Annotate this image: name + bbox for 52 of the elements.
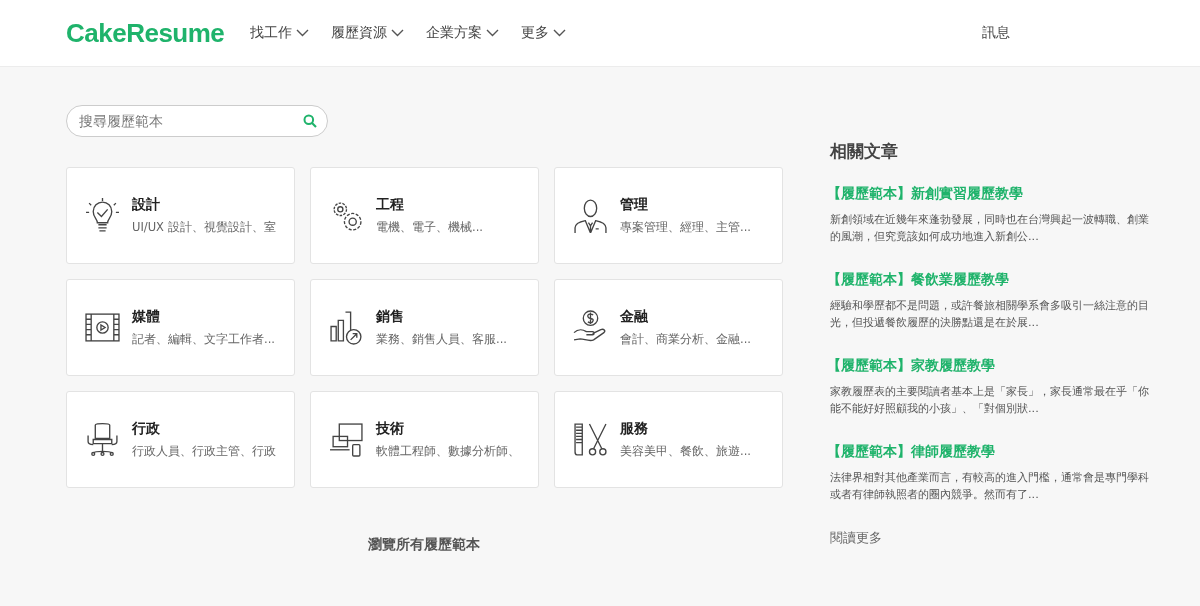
category-card[interactable]: 媒體 記者、編輯、文字工作者... — [66, 279, 295, 376]
comb-scissors-icon — [573, 422, 608, 457]
office-chair-icon — [85, 422, 120, 457]
devices-icon — [329, 422, 364, 457]
category-description: 美容美甲、餐飲、旅遊... — [620, 444, 751, 459]
nav-menu-item[interactable]: 找工作 — [250, 24, 310, 42]
category-description: 業務、銷售人員、客服... — [376, 332, 507, 347]
category-description: 行政人員、行政主管、行政 — [132, 444, 276, 459]
chevron-down-icon — [296, 29, 310, 37]
category-title: 設計 — [132, 196, 161, 214]
category-title: 行政 — [132, 420, 161, 438]
nav-menu-item[interactable]: 企業方案 — [426, 24, 500, 42]
search-field[interactable]: 搜尋履歷範本 — [66, 105, 328, 137]
category-card[interactable]: 服務 美容美甲、餐飲、旅遊... — [554, 391, 783, 488]
person-icon — [573, 198, 608, 233]
film-strip-icon — [85, 310, 120, 345]
article-excerpt: 家教履歷表的主要閱讀者基本上是「家長」，家長通常最在乎「你能不能好好照顧我的小孩」、「對個別狀... — [830, 384, 1150, 417]
nav-menu-item[interactable]: 履歷資源 — [331, 24, 405, 42]
nav-menu-item[interactable]: 更多 — [521, 24, 567, 42]
category-card[interactable]: 行政 行政人員、行政主管、行政 — [66, 391, 295, 488]
category-title: 技術 — [376, 420, 405, 438]
category-title: 媒體 — [132, 308, 161, 326]
article-excerpt: 經驗和學歷都不是問題，或許餐旅相關學系會多吸引一絲注意的目光，但投遞餐飲履歷的決勝點還是在於展... — [830, 298, 1150, 331]
chevron-down-icon — [391, 29, 405, 37]
category-card[interactable]: 工程 電機、電子、機械... — [310, 167, 539, 264]
category-description: 會計、商業分析、金融... — [620, 332, 751, 347]
category-title: 銷售 — [376, 308, 405, 326]
category-title: 服務 — [620, 420, 649, 438]
category-card[interactable]: 技術 軟體工程師、數據分析師、 — [310, 391, 539, 488]
category-description: 電機、電子、機械... — [376, 220, 483, 235]
category-description: UI/UX 設計、視覺設計、室 — [132, 220, 276, 235]
lightbulb-icon — [85, 198, 120, 233]
article-excerpt: 新創領域在近幾年來蓬勃發展，同時也在台灣興起一波轉職、創業的風潮，但究竟該如何成功地進入新創公... — [830, 212, 1150, 245]
category-description: 記者、編輯、文字工作者... — [132, 332, 275, 347]
category-title: 工程 — [376, 196, 405, 214]
category-title: 管理 — [620, 196, 649, 214]
category-card[interactable]: 金融 會計、商業分析、金融... — [554, 279, 783, 376]
browse-all-link[interactable]: 瀏覽所有履歷範本 — [368, 536, 480, 554]
section-heading: 相關文章 — [830, 140, 899, 163]
chevron-down-icon — [553, 29, 567, 37]
messages-link[interactable]: 訊息 — [982, 24, 1010, 42]
category-description: 軟體工程師、數據分析師、 — [376, 444, 520, 459]
read-more-link[interactable]: 閱讀更多 — [830, 529, 1152, 547]
category-title: 金融 — [620, 308, 649, 326]
category-description: 專案管理、經理、主管... — [620, 220, 751, 235]
category-card[interactable]: 銷售 業務、銷售人員、客服... — [310, 279, 539, 376]
bar-chart-icon — [329, 310, 364, 345]
search-icon[interactable] — [303, 114, 317, 128]
category-card[interactable]: 管理 專案管理、經理、主管... — [554, 167, 783, 264]
article-excerpt: 法律界相對其他產業而言，有較高的進入門檻，通常會是專門學科或者有律師執照者的圈內競爭。然而有了... — [830, 470, 1150, 503]
category-card[interactable]: 設計 UI/UX 設計、視覺設計、室 — [66, 167, 295, 264]
chevron-down-icon — [486, 29, 500, 37]
